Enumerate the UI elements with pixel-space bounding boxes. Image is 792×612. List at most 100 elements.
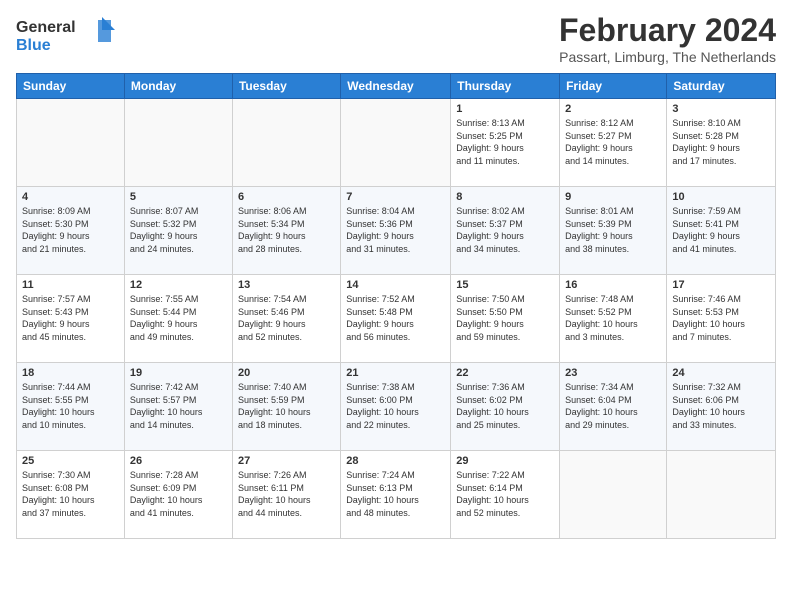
day-cell: 20 Sunrise: 7:40 AM Sunset: 5:59 PM Dayli… — [232, 363, 340, 451]
day-cell — [232, 99, 340, 187]
day-info: Sunrise: 8:12 AM Sunset: 5:27 PM Dayligh… — [565, 117, 661, 167]
day-cell: 4Sunrise: 8:09 AM Sunset: 5:30 PM Daylig… — [17, 187, 125, 275]
day-info: Sunrise: 7:44 AM Sunset: 5:55 PM Dayligh… — [22, 381, 119, 431]
logo: General Blue — [16, 12, 116, 61]
day-info: Sunrise: 7:30 AM Sunset: 6:08 PM Dayligh… — [22, 469, 119, 519]
day-info: Sunrise: 7:54 AM Sunset: 5:46 PM Dayligh… — [238, 293, 335, 343]
day-cell: 21 Sunrise: 7:38 AM Sunset: 6:00 PM Dayli… — [341, 363, 451, 451]
day-cell: 7 Sunrise: 8:04 AM Sunset: 5:36 PM Daylig… — [341, 187, 451, 275]
calendar-body: 1 Sunrise: 8:13 AM Sunset: 5:25 PM Daylig… — [17, 99, 776, 539]
day-number: 26 — [130, 455, 227, 467]
day-cell: 9 Sunrise: 8:01 AM Sunset: 5:39 PM Daylig… — [560, 187, 667, 275]
day-number: 9 — [565, 191, 661, 203]
day-cell: 12Sunrise: 7:55 AM Sunset: 5:44 PM Dayli… — [124, 275, 232, 363]
day-number: 2 — [565, 103, 661, 115]
day-cell: 14 Sunrise: 7:52 AM Sunset: 5:48 PM Dayli… — [341, 275, 451, 363]
day-number: 19 — [130, 367, 227, 379]
day-info: Sunrise: 8:04 AM Sunset: 5:36 PM Dayligh… — [346, 205, 445, 255]
day-info: Sunrise: 7:32 AM Sunset: 6:06 PM Dayligh… — [672, 381, 770, 431]
day-cell: 6 Sunrise: 8:06 AM Sunset: 5:34 PM Daylig… — [232, 187, 340, 275]
day-cell — [560, 451, 667, 539]
day-number: 11 — [22, 279, 119, 291]
day-cell: 18Sunrise: 7:44 AM Sunset: 5:55 PM Dayli… — [17, 363, 125, 451]
day-cell: 16Sunrise: 7:48 AM Sunset: 5:52 PM Dayli… — [560, 275, 667, 363]
day-info: Sunrise: 8:06 AM Sunset: 5:34 PM Dayligh… — [238, 205, 335, 255]
day-number: 10 — [672, 191, 770, 203]
day-cell: 2 Sunrise: 8:12 AM Sunset: 5:27 PM Daylig… — [560, 99, 667, 187]
calendar-header: SundayMondayTuesdayWednesdayThursdayFrid… — [17, 74, 776, 99]
day-cell — [124, 99, 232, 187]
svg-text:Blue: Blue — [16, 37, 51, 54]
day-info: Sunrise: 7:52 AM Sunset: 5:48 PM Dayligh… — [346, 293, 445, 343]
day-number: 20 — [238, 367, 335, 379]
day-cell: 10 Sunrise: 7:59 AM Sunset: 5:41 PM Dayli… — [667, 187, 776, 275]
day-number: 25 — [22, 455, 119, 467]
day-number: 28 — [346, 455, 445, 467]
day-info: Sunrise: 7:28 AM Sunset: 6:09 PM Dayligh… — [130, 469, 227, 519]
day-number: 7 — [346, 191, 445, 203]
calendar-wrapper: SundayMondayTuesdayWednesdayThursdayFrid… — [0, 73, 792, 539]
location: Passart, Limburg, The Netherlands — [559, 49, 776, 65]
day-cell — [667, 451, 776, 539]
day-cell: 17Sunrise: 7:46 AM Sunset: 5:53 PM Dayli… — [667, 275, 776, 363]
day-cell: 22 Sunrise: 7:36 AM Sunset: 6:02 PM Dayli… — [451, 363, 560, 451]
day-info: Sunrise: 8:10 AM Sunset: 5:28 PM Dayligh… — [672, 117, 770, 167]
day-cell — [17, 99, 125, 187]
header-cell-friday: Friday — [560, 74, 667, 99]
day-number: 3 — [672, 103, 770, 115]
day-cell: 27 Sunrise: 7:26 AM Sunset: 6:11 PM Dayli… — [232, 451, 340, 539]
day-cell: 25 Sunrise: 7:30 AM Sunset: 6:08 PM Dayli… — [17, 451, 125, 539]
day-cell: 13 Sunrise: 7:54 AM Sunset: 5:46 PM Dayli… — [232, 275, 340, 363]
logo-text: General Blue — [16, 12, 116, 61]
day-info: Sunrise: 8:13 AM Sunset: 5:25 PM Dayligh… — [456, 117, 554, 167]
day-number: 6 — [238, 191, 335, 203]
day-number: 29 — [456, 455, 554, 467]
day-number: 24 — [672, 367, 770, 379]
day-cell: 29 Sunrise: 7:22 AM Sunset: 6:14 PM Dayli… — [451, 451, 560, 539]
day-number: 14 — [346, 279, 445, 291]
day-cell: 3 Sunrise: 8:10 AM Sunset: 5:28 PM Daylig… — [667, 99, 776, 187]
week-row-2: 11Sunrise: 7:57 AM Sunset: 5:43 PM Dayli… — [17, 275, 776, 363]
day-info: Sunrise: 7:42 AM Sunset: 5:57 PM Dayligh… — [130, 381, 227, 431]
title-section: February 2024 Passart, Limburg, The Neth… — [559, 12, 776, 65]
day-cell: 26 Sunrise: 7:28 AM Sunset: 6:09 PM Dayli… — [124, 451, 232, 539]
day-info: Sunrise: 7:46 AM Sunset: 5:53 PM Dayligh… — [672, 293, 770, 343]
day-number: 27 — [238, 455, 335, 467]
month-title: February 2024 — [559, 12, 776, 49]
day-number: 15 — [456, 279, 554, 291]
day-info: Sunrise: 7:59 AM Sunset: 5:41 PM Dayligh… — [672, 205, 770, 255]
day-info: Sunrise: 8:01 AM Sunset: 5:39 PM Dayligh… — [565, 205, 661, 255]
day-info: Sunrise: 7:34 AM Sunset: 6:04 PM Dayligh… — [565, 381, 661, 431]
header-cell-monday: Monday — [124, 74, 232, 99]
day-info: Sunrise: 7:55 AM Sunset: 5:44 PM Dayligh… — [130, 293, 227, 343]
week-row-4: 25 Sunrise: 7:30 AM Sunset: 6:08 PM Dayli… — [17, 451, 776, 539]
day-info: Sunrise: 8:07 AM Sunset: 5:32 PM Dayligh… — [130, 205, 227, 255]
day-info: Sunrise: 7:26 AM Sunset: 6:11 PM Dayligh… — [238, 469, 335, 519]
day-info: Sunrise: 7:22 AM Sunset: 6:14 PM Dayligh… — [456, 469, 554, 519]
day-number: 8 — [456, 191, 554, 203]
header-cell-thursday: Thursday — [451, 74, 560, 99]
day-number: 4 — [22, 191, 119, 203]
day-cell: 19 Sunrise: 7:42 AM Sunset: 5:57 PM Dayli… — [124, 363, 232, 451]
day-info: Sunrise: 7:36 AM Sunset: 6:02 PM Dayligh… — [456, 381, 554, 431]
day-number: 22 — [456, 367, 554, 379]
header-row: SundayMondayTuesdayWednesdayThursdayFrid… — [17, 74, 776, 99]
day-info: Sunrise: 7:24 AM Sunset: 6:13 PM Dayligh… — [346, 469, 445, 519]
day-number: 1 — [456, 103, 554, 115]
day-cell: 24 Sunrise: 7:32 AM Sunset: 6:06 PM Dayli… — [667, 363, 776, 451]
calendar-table: SundayMondayTuesdayWednesdayThursdayFrid… — [16, 73, 776, 539]
day-cell — [341, 99, 451, 187]
day-cell: 1 Sunrise: 8:13 AM Sunset: 5:25 PM Daylig… — [451, 99, 560, 187]
day-info: Sunrise: 8:02 AM Sunset: 5:37 PM Dayligh… — [456, 205, 554, 255]
day-number: 13 — [238, 279, 335, 291]
day-info: Sunrise: 7:50 AM Sunset: 5:50 PM Dayligh… — [456, 293, 554, 343]
header-cell-tuesday: Tuesday — [232, 74, 340, 99]
day-number: 5 — [130, 191, 227, 203]
header-cell-wednesday: Wednesday — [341, 74, 451, 99]
day-info: Sunrise: 7:38 AM Sunset: 6:00 PM Dayligh… — [346, 381, 445, 431]
day-cell: 11Sunrise: 7:57 AM Sunset: 5:43 PM Dayli… — [17, 275, 125, 363]
day-info: Sunrise: 7:40 AM Sunset: 5:59 PM Dayligh… — [238, 381, 335, 431]
day-number: 21 — [346, 367, 445, 379]
header-cell-sunday: Sunday — [17, 74, 125, 99]
day-cell: 23Sunrise: 7:34 AM Sunset: 6:04 PM Dayli… — [560, 363, 667, 451]
